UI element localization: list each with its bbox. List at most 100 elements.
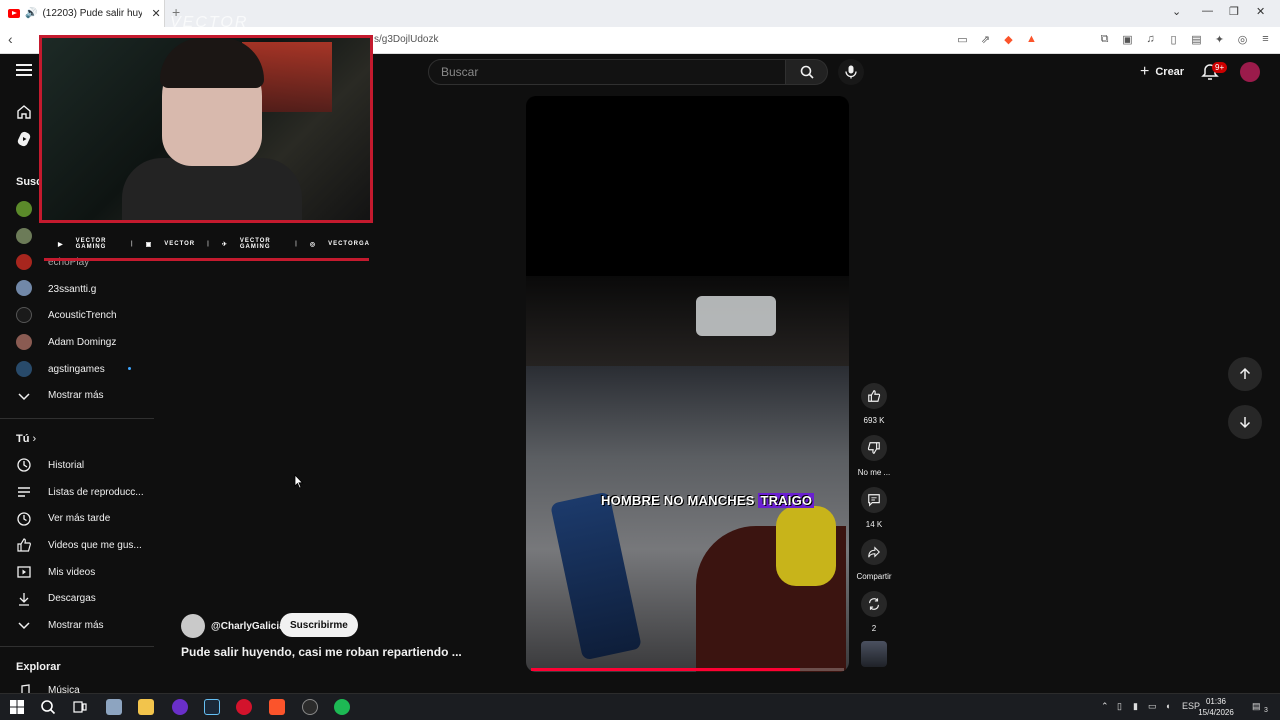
brave-shield-icon[interactable]: ◆: [1002, 33, 1015, 46]
task-view-icon[interactable]: [72, 699, 88, 715]
hamburger-menu-icon[interactable]: [16, 64, 32, 78]
history-icon: [17, 458, 31, 472]
sidebar-item-watch-later[interactable]: Ver más tarde: [48, 513, 110, 524]
sidebar-channel[interactable]: 23ssantti.g: [48, 284, 96, 295]
wallet-icon[interactable]: ▤: [1190, 33, 1203, 46]
video-caption: HOMBRE NO MANCHES TRAIGO: [601, 493, 815, 508]
separator: |: [207, 241, 210, 247]
sidebar-item-downloads[interactable]: Descargas: [48, 593, 96, 604]
network-icon[interactable]: ▭: [1148, 701, 1157, 712]
obs-icon[interactable]: [302, 699, 318, 715]
sidebar-channel[interactable]: agstingames: [48, 364, 105, 375]
separator: |: [130, 241, 134, 247]
media-icon[interactable]: ♫: [1144, 33, 1157, 46]
opera-icon[interactable]: [236, 699, 252, 715]
tab-title: (12203) Pude salir huyendo, c: [42, 8, 143, 19]
system-clock[interactable]: 01:36 15/4/2026: [1196, 696, 1236, 718]
extensions-icon[interactable]: ⧉: [1098, 33, 1111, 46]
tray-chevron-icon[interactable]: ⌃: [1101, 701, 1109, 712]
share-label: Compartir: [856, 572, 892, 581]
comment-icon: [868, 494, 880, 507]
dislike-button[interactable]: [861, 435, 887, 461]
short-video-player[interactable]: HOMBRE NO MANCHES TRAIGO: [526, 96, 849, 672]
notification-center-icon[interactable]: ▤: [1252, 701, 1261, 712]
channel-info[interactable]: @CharlyGalicia: [181, 614, 285, 638]
social-links-bar: ▶ VECTOR GAMING | ▣ VECTOR | ✈ VECTOR GAMIN…: [44, 234, 370, 254]
volume-icon[interactable]: ◖: [1165, 701, 1170, 711]
leo-icon[interactable]: ✦: [1213, 33, 1226, 46]
vpn-icon[interactable]: ◎: [1236, 33, 1249, 46]
remix-button[interactable]: [861, 591, 887, 617]
arrow-down-icon: [1239, 417, 1251, 429]
show-more-you[interactable]: Mostrar más: [48, 620, 104, 631]
browser-tab[interactable]: 🔊 (12203) Pude salir huyendo, c ✕: [0, 0, 165, 27]
search-input[interactable]: [429, 60, 785, 84]
channel-name[interactable]: @CharlyGalicia: [211, 621, 285, 632]
social-label: VECTOR GAMING: [75, 238, 107, 250]
video-progress-bar[interactable]: [531, 668, 844, 671]
back-icon[interactable]: ‹: [8, 31, 13, 47]
vector-watermark: VECTOR: [170, 14, 249, 31]
speaker-icon[interactable]: 🔊: [25, 8, 37, 19]
windows-start-icon[interactable]: [9, 699, 25, 715]
sidebar-item-my-videos[interactable]: Mis videos: [48, 567, 95, 578]
toolbar-spacer: [1048, 33, 1088, 46]
subscribe-button[interactable]: Suscribirme: [280, 613, 358, 637]
close-tab-icon[interactable]: ✕: [151, 7, 160, 20]
download-icon: [19, 593, 29, 606]
account-avatar[interactable]: [1240, 62, 1260, 82]
app-icon[interactable]: [106, 699, 122, 715]
share-icon[interactable]: ⇗: [979, 33, 992, 46]
short-title[interactable]: Pude salir huyendo, casi me roban repart…: [181, 645, 462, 659]
sidebar-channel[interactable]: AcousticTrench: [48, 310, 117, 321]
twitch-icon: ▣: [145, 241, 153, 248]
spotify-icon[interactable]: [334, 699, 350, 715]
microphone-icon: [845, 65, 857, 79]
create-button[interactable]: + Crear: [1134, 60, 1190, 84]
webcam-overlay: [39, 35, 373, 223]
restore-icon[interactable]: ❐: [1229, 5, 1239, 18]
next-short-button[interactable]: [1228, 405, 1262, 439]
home-icon[interactable]: [16, 104, 32, 120]
sidebar-item-playlists[interactable]: Listas de reproducc...: [48, 487, 144, 498]
comments-button[interactable]: [861, 487, 887, 513]
close-window-icon[interactable]: ✕: [1256, 5, 1265, 18]
search-icon[interactable]: [40, 699, 56, 715]
sidebar-channel[interactable]: Adam Domingz: [48, 337, 116, 348]
mouse-cursor-icon: [294, 474, 304, 489]
steam-icon[interactable]: [204, 699, 220, 715]
playlists-icon: [18, 487, 30, 497]
tab-search-icon[interactable]: ▣: [1121, 33, 1134, 46]
tray-app-icon[interactable]: ▯: [1117, 701, 1122, 712]
brave-icon[interactable]: [269, 699, 285, 715]
clock-date: 15/4/2026: [1198, 708, 1234, 717]
show-more-subscriptions[interactable]: Mostrar más: [48, 390, 104, 401]
sidebar-item-liked-videos[interactable]: Videos que me gus...: [48, 540, 142, 551]
previous-short-button[interactable]: [1228, 357, 1262, 391]
sidebar-item-history[interactable]: Historial: [48, 460, 84, 471]
watch-later-icon: [17, 512, 31, 526]
audio-thumbnail[interactable]: [861, 641, 887, 667]
chevron-down-icon[interactable]: ⌄: [1172, 5, 1181, 18]
brave-rewards-icon[interactable]: ▲: [1025, 33, 1038, 46]
clock-time: 01:36: [1205, 697, 1227, 706]
sidebar-toggle-icon[interactable]: ▯: [1167, 33, 1180, 46]
tray-mic-icon[interactable]: ▮: [1133, 701, 1138, 712]
you-heading[interactable]: Tú ›: [16, 433, 36, 445]
thumbs-up-icon: [17, 538, 31, 552]
shorts-icon[interactable]: [16, 131, 32, 147]
youtube-favicon-icon: [8, 9, 20, 18]
plus-icon: +: [1140, 63, 1150, 80]
cast-icon[interactable]: ▭: [956, 33, 969, 46]
channel-avatar[interactable]: [181, 614, 205, 638]
menu-icon[interactable]: ≡: [1259, 33, 1272, 46]
file-explorer-icon[interactable]: [138, 699, 154, 715]
voice-search-button[interactable]: [838, 59, 864, 85]
discord-icon[interactable]: [172, 699, 188, 715]
url-text[interactable]: s/g3DojlUdozk: [374, 34, 438, 45]
like-button[interactable]: [861, 383, 887, 409]
search-button[interactable]: [786, 59, 828, 85]
share-button[interactable]: [861, 539, 887, 565]
minimize-icon[interactable]: —: [1202, 5, 1213, 17]
comment-count: 14 K: [865, 520, 883, 529]
